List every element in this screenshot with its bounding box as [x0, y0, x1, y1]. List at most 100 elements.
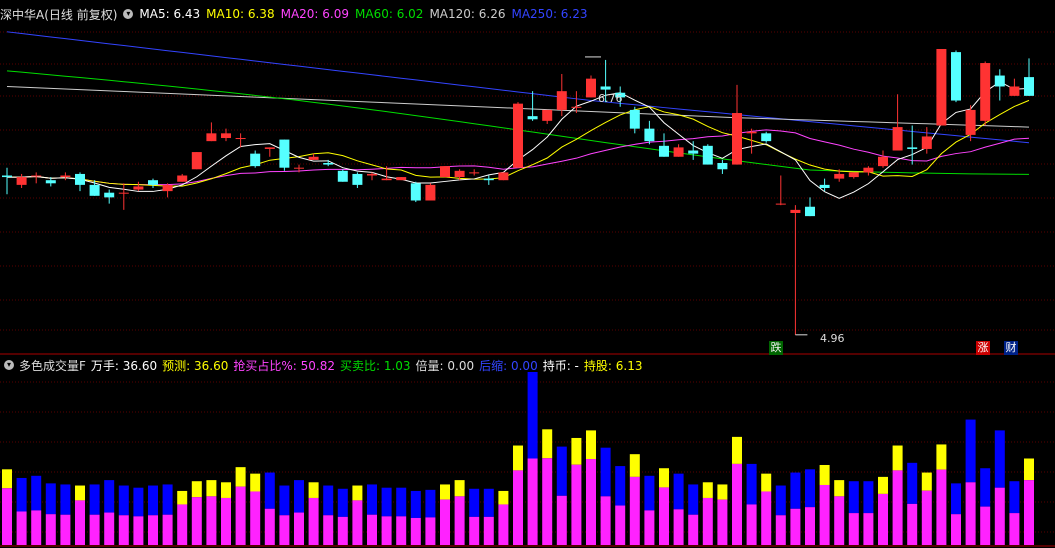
volume-bar: [469, 516, 480, 545]
candle-body: [133, 186, 144, 190]
volume-cap: [746, 463, 757, 505]
yuce-label: 预测: 36.60: [162, 358, 229, 373]
volume-bar: [819, 484, 830, 545]
candle-body: [571, 106, 582, 108]
candle-body: [702, 145, 713, 165]
high-price-label: 6.76: [598, 92, 623, 105]
volume-bar: [1024, 480, 1034, 545]
stock-title[interactable]: 深中华A(日线 前复权): [0, 6, 117, 23]
volume-cap: [600, 447, 611, 497]
volume-cap: [221, 482, 231, 498]
volume-cap: [118, 485, 129, 516]
ma120-label: MA120: 6.26: [429, 7, 506, 21]
volume-indicator-name[interactable]: 多色成交量F: [19, 357, 86, 374]
candle-body: [775, 203, 786, 205]
candle-body: [410, 183, 421, 201]
volume-bar: [294, 512, 304, 545]
volume-cap: [250, 473, 261, 492]
volume-bar: [834, 496, 845, 545]
volume-cap: [104, 480, 115, 513]
volume-bar: [60, 514, 71, 545]
wanshou-label: 万手: 36.60: [90, 358, 158, 373]
volume-bar: [235, 486, 246, 545]
volume-bar: [425, 517, 436, 545]
volume-cap: [775, 485, 786, 516]
candle-body: [440, 166, 450, 178]
volume-cap: [819, 464, 830, 485]
up-badge[interactable]: 涨: [976, 341, 990, 355]
candle-body: [790, 209, 801, 213]
volume-cap: [440, 484, 450, 500]
volume-cap: [542, 429, 553, 459]
volume-cap: [323, 485, 334, 516]
volume-cap: [848, 481, 859, 514]
volume-bar: [542, 458, 553, 545]
volume-bar: [396, 516, 407, 545]
down-badge[interactable]: 跌: [769, 341, 783, 355]
volume-bar: [104, 512, 115, 545]
volume-cap: [732, 436, 742, 464]
volume-bar: [206, 496, 217, 545]
volume-cap: [980, 468, 991, 507]
volume-cap: [483, 488, 494, 517]
volume-cap: [264, 472, 275, 509]
maimai-label: 买卖比: 1.03: [339, 358, 411, 373]
volume-bar: [805, 507, 815, 545]
volume-cap: [2, 469, 12, 489]
candle-body: [483, 178, 494, 181]
volume-cap: [31, 475, 42, 511]
candle-body: [118, 192, 129, 194]
volume-bar: [790, 508, 801, 545]
volume-bar: [892, 470, 903, 545]
volume-bar: [615, 505, 626, 545]
candle-body: [191, 152, 202, 170]
candle-body: [45, 180, 56, 184]
volume-cap: [367, 484, 377, 515]
candle-body: [177, 175, 188, 182]
volume-bar: [659, 487, 669, 545]
candle-body: [308, 156, 319, 160]
candle-body: [805, 206, 815, 217]
candle-body: [75, 173, 85, 185]
candle-body: [688, 150, 699, 154]
volume-bar: [951, 514, 961, 545]
finance-badge[interactable]: 财: [1004, 341, 1018, 355]
volume-cap: [673, 473, 684, 510]
volume-cap: [410, 490, 421, 518]
ma60-label: MA60: 6.02: [355, 7, 424, 21]
volume-cap: [396, 487, 407, 517]
volume-cap: [805, 469, 815, 508]
volume-bar: [1009, 513, 1020, 545]
candle-body: [542, 109, 553, 121]
volume-bar: [571, 464, 582, 545]
candle-body: [104, 192, 115, 198]
candle-body: [834, 173, 845, 179]
volume-bar: [191, 497, 202, 545]
candle-body: [250, 153, 261, 167]
chigu-label: 持股: 6.13: [583, 358, 643, 373]
volume-bar: [907, 503, 918, 545]
candle-body: [469, 172, 480, 174]
settings-dot-icon[interactable]: ▾: [123, 9, 134, 19]
volume-cap: [177, 490, 188, 505]
candle-body: [878, 156, 888, 167]
candle-body: [644, 128, 655, 142]
ma5-label: MA5: 6.43: [139, 7, 201, 21]
candle-body: [31, 175, 42, 177]
volume-bar: [965, 482, 976, 545]
volume-settings-dot-icon[interactable]: ▾: [4, 360, 14, 370]
volume-bar: [586, 459, 596, 545]
volume-bar: [323, 515, 334, 545]
candle-body: [761, 133, 772, 142]
volume-bar: [761, 491, 772, 545]
candle-body: [323, 163, 334, 165]
volume-bar: [352, 500, 363, 545]
volume-cap: [235, 467, 246, 487]
candle-body: [16, 177, 27, 185]
candle-body: [629, 109, 640, 129]
candle-body: [1024, 77, 1034, 96]
kline-chart[interactable]: [0, 0, 1055, 548]
candle-body: [454, 170, 465, 178]
volume-cap: [381, 487, 392, 517]
candle-body: [89, 184, 100, 196]
